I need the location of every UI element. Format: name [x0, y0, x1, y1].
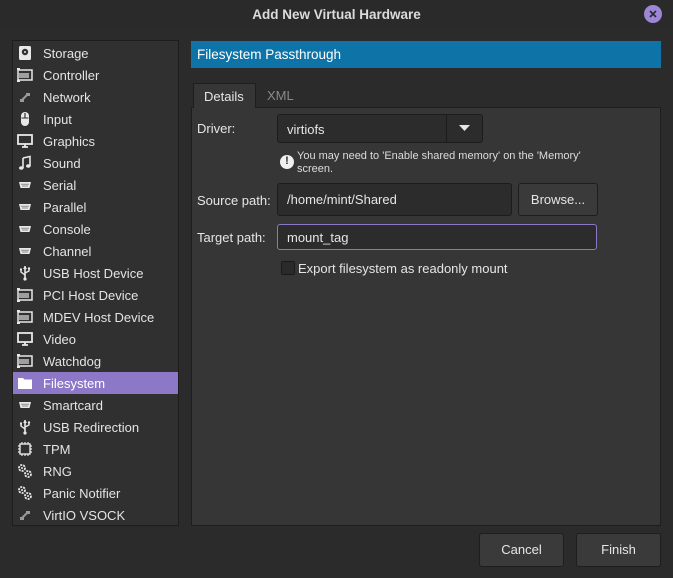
tab-xml[interactable]: XML — [257, 83, 307, 108]
source-path-label: Source path: — [197, 193, 271, 208]
parallel-port-icon — [19, 204, 31, 210]
sidebar-item-mdev-host-device[interactable]: MDEV Host Device — [13, 306, 178, 328]
sidebar-item-label: Graphics — [43, 134, 96, 149]
sidebar-item-label: Controller — [43, 68, 100, 83]
sidebar-item-label: Input — [43, 112, 72, 127]
readonly-checkbox[interactable] — [281, 261, 295, 275]
sidebar-item-network[interactable]: Network — [13, 86, 178, 108]
network-icon — [20, 93, 30, 102]
sidebar-item-label: Storage — [43, 46, 89, 61]
section-header: Filesystem Passthrough — [191, 41, 661, 68]
source-path-field[interactable] — [277, 183, 512, 216]
panic-gears-icon — [18, 486, 32, 500]
rng-gears-icon — [18, 464, 32, 478]
cancel-button[interactable]: Cancel — [479, 533, 564, 567]
smartcard-icon — [19, 402, 31, 408]
finish-button[interactable]: Finish — [576, 533, 661, 567]
channel-icon — [19, 248, 31, 254]
sidebar-item-console[interactable]: Console — [13, 218, 178, 240]
mouse-icon — [21, 112, 29, 126]
sidebar-item-rng[interactable]: RNG — [13, 460, 178, 482]
sidebar-item-label: USB Host Device — [43, 266, 144, 281]
combo-divider — [446, 115, 447, 142]
info-icon: ! — [280, 155, 294, 169]
storage-icon — [19, 46, 31, 60]
sidebar-item-label: Smartcard — [43, 398, 103, 413]
sidebar-item-graphics[interactable]: Graphics — [13, 130, 178, 152]
sidebar-item-serial[interactable]: Serial — [13, 174, 178, 196]
sidebar-item-label: Console — [43, 222, 91, 237]
sidebar-item-filesystem[interactable]: Filesystem — [13, 372, 178, 394]
console-icon — [19, 226, 31, 232]
sound-icon — [19, 155, 31, 170]
sidebar-item-smartcard[interactable]: Smartcard — [13, 394, 178, 416]
tab-details-label: Details — [204, 89, 244, 104]
sidebar-item-label: Video — [43, 332, 77, 347]
sidebar-item-label: Channel — [43, 244, 92, 259]
serial-port-icon — [19, 182, 31, 188]
vsock-icon — [20, 511, 30, 520]
shared-memory-hint: You may need to 'Enable shared memory' o… — [297, 150, 581, 175]
sidebar-item-label: MDEV Host Device — [43, 310, 155, 325]
sidebar-item-label: RNG — [43, 464, 72, 479]
sidebar-item-pci-host-device[interactable]: PCI Host Device — [13, 284, 178, 306]
sidebar-item-label: Serial — [43, 178, 77, 193]
sidebar-item-label: USB Redirection — [43, 420, 140, 435]
folder-icon — [18, 378, 32, 389]
sidebar-item-watchdog[interactable]: Watchdog — [13, 350, 178, 372]
sidebar-item-label: Panic Notifier — [43, 486, 121, 501]
sidebar-item-label: Sound — [43, 156, 81, 171]
close-icon — [649, 10, 657, 18]
sidebar-item-sound[interactable]: Sound — [13, 152, 178, 174]
pci-icon — [17, 288, 33, 302]
sidebar-item-label: TPM — [43, 442, 71, 457]
finish-button-label: Finish — [601, 542, 636, 557]
window-title: Add New Virtual Hardware — [252, 7, 421, 22]
sidebar-item-label: VirtIO VSOCK — [43, 508, 126, 523]
sidebar-item-storage[interactable]: Storage — [13, 42, 178, 64]
browse-button-label: Browse... — [530, 192, 586, 207]
target-path-input[interactable] — [278, 225, 596, 249]
title-bar: Add New Virtual Hardware — [0, 0, 673, 30]
target-path-label: Target path: — [197, 230, 266, 245]
target-path-field[interactable] — [277, 224, 597, 250]
tab-details[interactable]: Details — [193, 83, 256, 108]
sidebar-item-label: Parallel — [43, 200, 87, 215]
driver-value: virtiofs — [287, 122, 325, 137]
cancel-button-label: Cancel — [501, 542, 542, 557]
sidebar-item-panic-notifier[interactable]: Panic Notifier — [13, 482, 178, 504]
tab-xml-label: XML — [267, 88, 294, 103]
controller-icon — [17, 68, 33, 82]
section-title: Filesystem Passthrough — [197, 47, 342, 62]
close-button[interactable] — [644, 5, 662, 23]
sidebar-item-label: PCI Host Device — [43, 288, 139, 303]
usb-icon — [20, 266, 31, 281]
driver-label: Driver: — [197, 121, 236, 136]
mdev-icon — [17, 310, 33, 324]
tpm-chip-icon — [18, 442, 32, 456]
sidebar-item-label: Filesystem — [43, 376, 106, 391]
sidebar-item-tpm[interactable]: TPM — [13, 438, 178, 460]
sidebar-item-parallel[interactable]: Parallel — [13, 196, 178, 218]
readonly-label: Export filesystem as readonly mount — [298, 261, 508, 276]
sidebar-item-input[interactable]: Input — [13, 108, 178, 130]
chevron-down-icon — [459, 125, 470, 131]
browse-button[interactable]: Browse... — [518, 183, 598, 216]
hardware-type-list[interactable]: Storage Controller Network Input Graphics Sou… — [12, 40, 179, 526]
sidebar-item-video[interactable]: Video — [13, 328, 178, 350]
monitor-icon — [17, 134, 33, 148]
video-monitor-icon — [17, 332, 33, 346]
sidebar-item-usb-redirection[interactable]: USB Redirection — [13, 416, 178, 438]
usb-redirection-icon — [20, 420, 31, 435]
source-path-input[interactable] — [278, 184, 511, 215]
sidebar-item-usb-host-device[interactable]: USB Host Device — [13, 262, 178, 284]
sidebar-item-label: Network — [43, 90, 91, 105]
sidebar-item-label: Watchdog — [43, 354, 102, 369]
driver-select[interactable]: virtiofs — [277, 114, 483, 143]
watchdog-icon — [17, 354, 33, 368]
sidebar-item-channel[interactable]: Channel — [13, 240, 178, 262]
sidebar-item-virtio-vsock[interactable]: VirtIO VSOCK — [13, 504, 178, 525]
sidebar-item-controller[interactable]: Controller — [13, 64, 178, 86]
